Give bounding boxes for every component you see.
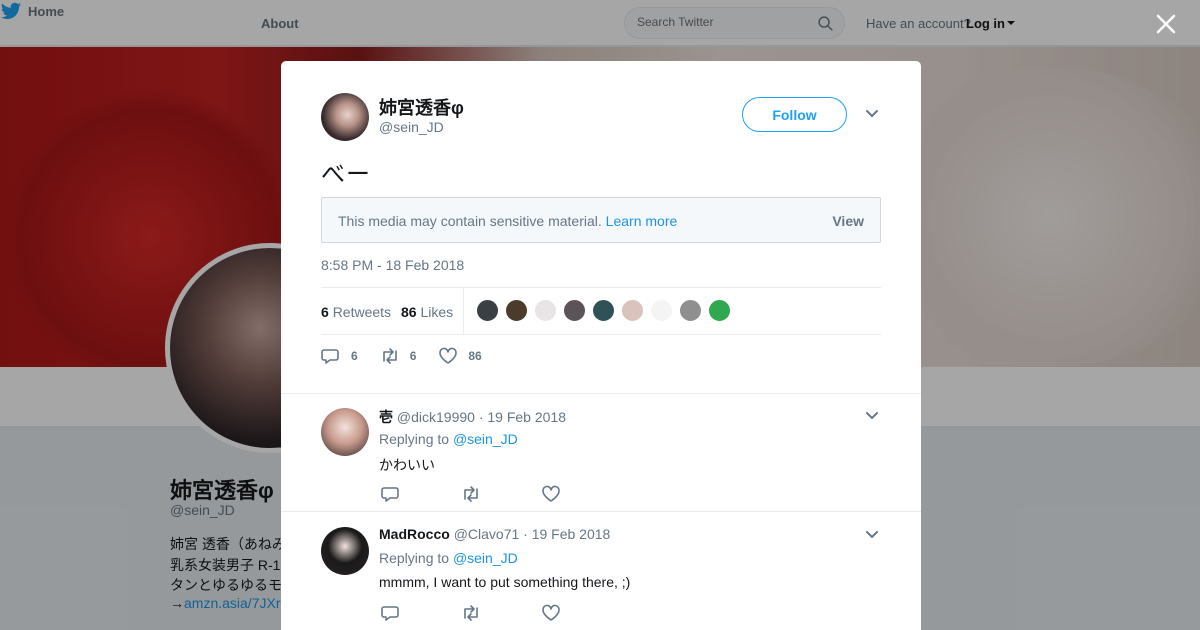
likes-label: Likes: [420, 304, 454, 320]
liker-avatar[interactable]: [534, 299, 557, 322]
reply-icon: [321, 349, 339, 364]
retweet-count: 6: [409, 349, 417, 363]
reply-date[interactable]: · 19 Feb 2018: [479, 409, 566, 425]
reply-actions: [381, 604, 621, 622]
heart-icon: [439, 347, 458, 364]
reply-mention-link[interactable]: @sein_JD: [453, 431, 518, 447]
liker-avatar[interactable]: [621, 299, 644, 322]
likes-stat[interactable]: 86 Likes: [401, 304, 453, 320]
sensitive-media-notice: This media may contain sensitive materia…: [321, 197, 881, 243]
liker-avatar[interactable]: [476, 299, 499, 322]
author-avatar[interactable]: [321, 93, 369, 141]
likes-count: 86: [401, 304, 417, 320]
like-action[interactable]: 86: [438, 347, 482, 365]
reply-header: 壱 @dick19990 · 19 Feb 2018: [379, 407, 566, 427]
view-media-button[interactable]: View: [832, 213, 864, 229]
tweet-modal: 姉宮透香φ @sein_JD Follow べー This media may …: [281, 61, 921, 630]
like-count: 86: [468, 349, 482, 363]
chevron-down-icon[interactable]: [865, 109, 879, 119]
reply-text: かわいい: [379, 457, 435, 473]
close-icon[interactable]: [1152, 10, 1180, 38]
reply-actions: [381, 485, 621, 503]
reply-author-handle[interactable]: @Clavo71: [454, 526, 520, 542]
reply-count: 6: [351, 349, 358, 363]
tweet-stats: 6 Retweets 86 Likes: [321, 287, 881, 335]
reply-text: mmmm, I want to put something there, ;): [379, 574, 631, 590]
reply-tweet[interactable]: 壱 @dick19990 · 19 Feb 2018 Replying to @…: [281, 394, 921, 512]
retweet-icon: [382, 348, 397, 364]
liker-avatar[interactable]: [708, 299, 731, 322]
liker-avatar[interactable]: [650, 299, 673, 322]
liker-avatars: [476, 299, 731, 322]
replying-to: Replying to @sein_JD: [379, 431, 518, 447]
reply-author-handle[interactable]: @dick19990: [397, 409, 475, 425]
retweets-label: Retweets: [332, 304, 392, 320]
reply-avatar[interactable]: [321, 527, 369, 575]
reply-tweet[interactable]: MadRocco @Clavo71 · 19 Feb 2018 Replying…: [281, 513, 921, 630]
reply-icon[interactable]: [381, 604, 401, 622]
replying-prefix: Replying to: [379, 431, 450, 447]
author-handle[interactable]: @sein_JD: [379, 119, 444, 135]
sensitive-message-text: This media may contain sensitive materia…: [338, 213, 602, 229]
retweet-action[interactable]: 6: [380, 347, 417, 365]
retweet-icon[interactable]: [461, 604, 481, 622]
heart-icon[interactable]: [541, 604, 561, 622]
follow-button[interactable]: Follow: [742, 97, 847, 132]
retweet-icon[interactable]: [461, 485, 481, 503]
author-name[interactable]: 姉宮透香φ: [379, 94, 464, 120]
chevron-down-icon[interactable]: [865, 411, 879, 421]
retweets-count: 6: [321, 304, 329, 320]
reply-date[interactable]: · 19 Feb 2018: [523, 526, 610, 542]
reply-author-name[interactable]: MadRocco: [379, 526, 450, 542]
sensitive-message: This media may contain sensitive materia…: [338, 213, 677, 229]
retweets-stat[interactable]: 6 Retweets: [321, 304, 391, 320]
reply-icon[interactable]: [381, 485, 401, 503]
chevron-down-icon[interactable]: [865, 530, 879, 540]
liker-avatar[interactable]: [563, 299, 586, 322]
liker-avatar[interactable]: [679, 299, 702, 322]
reply-header: MadRocco @Clavo71 · 19 Feb 2018: [379, 526, 610, 542]
reply-author-name[interactable]: 壱: [379, 409, 393, 425]
liker-avatar[interactable]: [592, 299, 615, 322]
tweet-text: べー: [321, 161, 371, 188]
tweet-timestamp[interactable]: 8:58 PM - 18 Feb 2018: [321, 257, 464, 273]
replying-to: Replying to @sein_JD: [379, 550, 518, 566]
stats-divider: [463, 288, 464, 335]
replying-prefix: Replying to: [379, 550, 450, 566]
reply-mention-link[interactable]: @sein_JD: [453, 550, 518, 566]
liker-avatar[interactable]: [505, 299, 528, 322]
tweet-actions: 6 6 86: [321, 347, 504, 365]
heart-icon[interactable]: [541, 485, 561, 503]
reply-avatar[interactable]: [321, 408, 369, 456]
learn-more-link[interactable]: Learn more: [606, 213, 678, 229]
reply-action[interactable]: 6: [321, 347, 358, 365]
